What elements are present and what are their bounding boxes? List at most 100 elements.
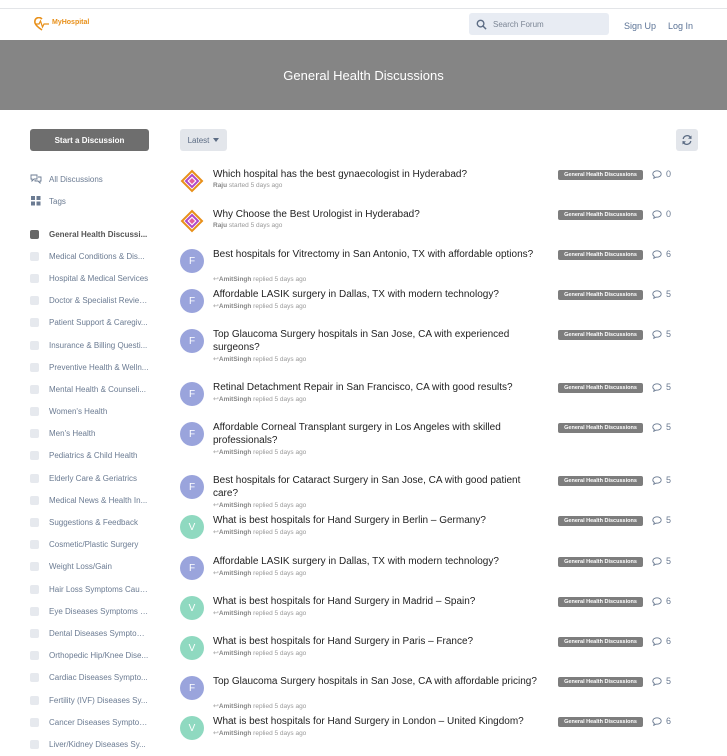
author-name[interactable]: AmitSingh: [219, 610, 252, 617]
user-avatar[interactable]: F: [180, 556, 204, 580]
discussion-row[interactable]: F Top Glaucoma Surgery hospitals in San J…: [178, 328, 727, 376]
author-name[interactable]: AmitSingh: [219, 502, 252, 509]
discussion-row[interactable]: Why Choose the Best Urologist in Hyderab…: [178, 208, 727, 244]
sidebar-tag-item[interactable]: Patient Support & Caregiv...: [30, 312, 160, 334]
sidebar-tag-item[interactable]: Dental Diseases Symptom...: [30, 622, 160, 644]
sidebar-tag-item[interactable]: Eye Diseases Symptoms C...: [30, 600, 160, 622]
author-name[interactable]: AmitSingh: [219, 276, 252, 283]
discussion-title[interactable]: Top Glaucoma Surgery hospitals in San Jo…: [213, 675, 543, 688]
discussion-title[interactable]: Top Glaucoma Surgery hospitals in San Jo…: [213, 328, 543, 354]
sidebar-tag-item[interactable]: Women's Health: [30, 401, 160, 423]
author-name[interactable]: Raju: [213, 222, 227, 229]
discussion-title[interactable]: Why Choose the Best Urologist in Hyderab…: [213, 208, 543, 221]
sign-up-link[interactable]: Sign Up: [624, 21, 656, 31]
user-avatar[interactable]: F: [180, 329, 204, 353]
discussion-title[interactable]: Retinal Detachment Repair in San Francis…: [213, 381, 543, 394]
discussion-row[interactable]: V What is best hospitals for Hand Surgery…: [178, 635, 727, 671]
sidebar-tag-item[interactable]: Cancer Diseases Symptom...: [30, 711, 160, 733]
tag-badge[interactable]: General Health Discussions: [558, 557, 643, 567]
log-in-link[interactable]: Log In: [668, 21, 693, 31]
discussion-title[interactable]: What is best hospitals for Hand Surgery …: [213, 715, 543, 728]
user-avatar[interactable]: F: [180, 676, 204, 700]
sidebar-tag-item[interactable]: Medical News & Health In...: [30, 489, 160, 511]
discussion-title[interactable]: What is best hospitals for Hand Surgery …: [213, 635, 543, 648]
tag-badge[interactable]: General Health Discussions: [558, 637, 643, 647]
sidebar-tag-item[interactable]: Orthopedic Hip/Knee Dise...: [30, 645, 160, 667]
discussion-row[interactable]: V What is best hospitals for Hand Surgery…: [178, 514, 727, 550]
user-avatar[interactable]: F: [180, 382, 204, 406]
sidebar-item-tags[interactable]: Tags: [30, 190, 160, 212]
sidebar-tag-item[interactable]: Mental Health & Counseli...: [30, 378, 160, 400]
sidebar-tag-item[interactable]: Medical Conditions & Dis...: [30, 245, 160, 267]
discussion-row[interactable]: F Affordable LASIK surgery in Dallas, TX …: [178, 555, 727, 591]
sidebar-tag-item[interactable]: Insurance & Billing Questi...: [30, 334, 160, 356]
author-name[interactable]: AmitSingh: [219, 529, 252, 536]
user-avatar[interactable]: V: [180, 515, 204, 539]
author-name[interactable]: Raju: [213, 182, 227, 189]
discussion-row[interactable]: Which hospital has the best gynaecologis…: [178, 168, 727, 204]
sidebar-tag-item[interactable]: Hair Loss Symptoms Caus...: [30, 578, 160, 600]
tag-badge[interactable]: General Health Discussions: [558, 170, 643, 180]
user-avatar[interactable]: [180, 209, 204, 233]
sidebar-item-all-discussions[interactable]: All Discussions: [30, 168, 160, 190]
author-name[interactable]: AmitSingh: [219, 703, 252, 710]
sidebar-tag-item[interactable]: Liver/Kidney Diseases Sy...: [30, 733, 160, 755]
discussion-title[interactable]: Which hospital has the best gynaecologis…: [213, 168, 543, 181]
sidebar-tag-item[interactable]: Hospital & Medical Services: [30, 267, 160, 289]
discussion-title[interactable]: Affordable LASIK surgery in Dallas, TX w…: [213, 288, 543, 301]
site-logo[interactable]: MyHospital: [33, 17, 89, 31]
tag-badge[interactable]: General Health Discussions: [558, 597, 643, 607]
search-box[interactable]: [469, 13, 609, 35]
user-avatar[interactable]: V: [180, 636, 204, 660]
tag-badge[interactable]: General Health Discussions: [558, 677, 643, 687]
discussion-row[interactable]: F Affordable LASIK surgery in Dallas, TX …: [178, 288, 727, 324]
user-avatar[interactable]: F: [180, 289, 204, 313]
sidebar-tag-item[interactable]: Preventive Health & Welln...: [30, 356, 160, 378]
discussion-title[interactable]: Affordable Corneal Transplant surgery in…: [213, 421, 543, 447]
discussion-title[interactable]: Affordable LASIK surgery in Dallas, TX w…: [213, 555, 543, 568]
discussion-title[interactable]: What is best hospitals for Hand Surgery …: [213, 514, 543, 527]
discussion-title[interactable]: Best hospitals for Vitrectomy in San Ant…: [213, 248, 543, 261]
discussion-title[interactable]: What is best hospitals for Hand Surgery …: [213, 595, 543, 608]
tag-badge[interactable]: General Health Discussions: [558, 290, 643, 300]
user-avatar[interactable]: [180, 169, 204, 193]
sidebar-tag-item[interactable]: Fertility (IVF) Diseases Sy...: [30, 689, 160, 711]
sidebar-tag-item[interactable]: Doctor & Specialist Reviews: [30, 290, 160, 312]
author-name[interactable]: AmitSingh: [219, 650, 252, 657]
sidebar-tag-item[interactable]: Elderly Care & Geriatrics: [30, 467, 160, 489]
author-name[interactable]: AmitSingh: [219, 356, 252, 363]
author-name[interactable]: AmitSingh: [219, 303, 252, 310]
user-avatar[interactable]: F: [180, 475, 204, 499]
discussion-title[interactable]: Best hospitals for Cataract Surgery in S…: [213, 474, 543, 500]
discussion-row[interactable]: F Affordable Corneal Transplant surgery i…: [178, 421, 727, 469]
sidebar-tag-item[interactable]: Men's Health: [30, 423, 160, 445]
tag-badge[interactable]: General Health Discussions: [558, 423, 643, 433]
user-avatar[interactable]: F: [180, 249, 204, 273]
tag-badge[interactable]: General Health Discussions: [558, 717, 643, 727]
sidebar-tag-item[interactable]: Cosmetic/Plastic Surgery: [30, 534, 160, 556]
user-avatar[interactable]: V: [180, 596, 204, 620]
sidebar-tag-item[interactable]: General Health Discussi...: [30, 223, 160, 245]
start-discussion-button[interactable]: Start a Discussion: [30, 129, 149, 151]
sort-dropdown[interactable]: Latest: [180, 129, 227, 151]
refresh-button[interactable]: [676, 129, 698, 151]
user-avatar[interactable]: V: [180, 716, 204, 740]
tag-badge[interactable]: General Health Discussions: [558, 250, 643, 260]
tag-badge[interactable]: General Health Discussions: [558, 476, 643, 486]
tag-badge[interactable]: General Health Discussions: [558, 210, 643, 220]
tag-badge[interactable]: General Health Discussions: [558, 330, 643, 340]
discussion-row[interactable]: V What is best hospitals for Hand Surgery…: [178, 595, 727, 631]
tag-badge[interactable]: General Health Discussions: [558, 383, 643, 393]
tag-badge[interactable]: General Health Discussions: [558, 516, 643, 526]
sidebar-tag-item[interactable]: Cardiac Diseases Sympto...: [30, 667, 160, 689]
author-name[interactable]: AmitSingh: [219, 396, 252, 403]
user-avatar[interactable]: F: [180, 422, 204, 446]
author-name[interactable]: AmitSingh: [219, 570, 252, 577]
discussion-row[interactable]: V What is best hospitals for Hand Surgery…: [178, 715, 727, 751]
author-name[interactable]: AmitSingh: [219, 449, 252, 456]
search-input[interactable]: [491, 18, 605, 30]
sidebar-tag-item[interactable]: Pediatrics & Child Health: [30, 445, 160, 467]
discussion-row[interactable]: F Retinal Detachment Repair in San Franci…: [178, 381, 727, 417]
sidebar-tag-item[interactable]: Suggestions & Feedback: [30, 511, 160, 533]
author-name[interactable]: AmitSingh: [219, 730, 252, 737]
